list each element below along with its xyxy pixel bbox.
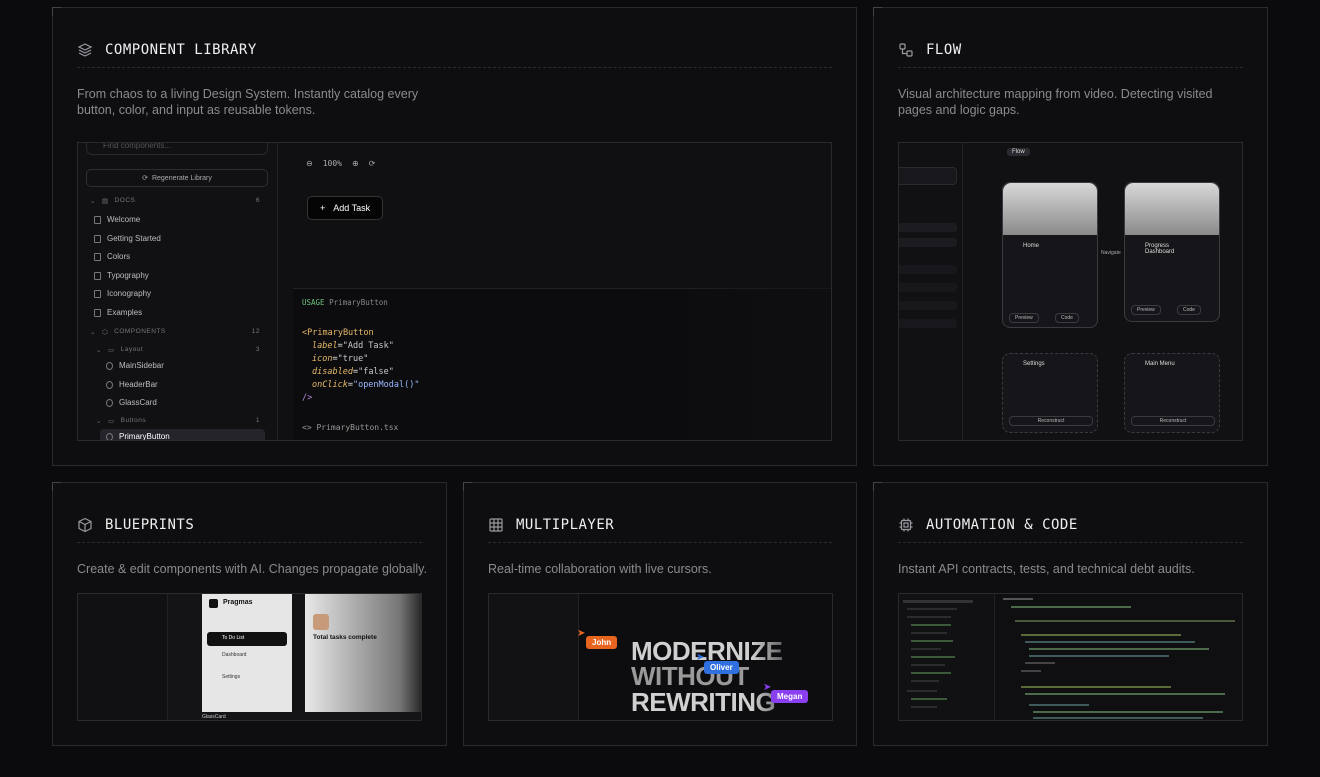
component-icon <box>106 398 113 407</box>
chip-icon <box>898 517 914 533</box>
flow-card: FLOW Visual architecture mapping from vi… <box>873 7 1268 466</box>
card-description: Visual architecture mapping from video. … <box>898 87 1213 117</box>
component-icon <box>106 361 113 370</box>
list-item[interactable]: Examples <box>94 308 142 317</box>
card-description: Create & edit components with AI. Change… <box>77 562 427 576</box>
layout-group[interactable]: ⌄ ▭ Layout 3 <box>96 346 260 354</box>
screenshot-thumbnail <box>1003 183 1097 235</box>
flow-preview: Flow Home Preview Code Navigate Progress… <box>898 142 1243 441</box>
doc-icon <box>94 308 101 317</box>
search-input[interactable]: Find components... <box>86 143 268 155</box>
blueprints-preview: Pragmas To Do List Dashboard Settings To… <box>77 593 422 721</box>
regenerate-button[interactable]: ⟳ Regenerate Library <box>86 169 268 187</box>
cursor-john: John <box>586 636 618 649</box>
card-header: COMPONENT LIBRARY <box>77 32 832 68</box>
card-header: BLUEPRINTS <box>77 507 422 543</box>
list-item[interactable]: HeaderBar <box>106 380 158 389</box>
flow-nodes-icon <box>898 42 914 58</box>
cursor-megan: Megan <box>771 690 809 703</box>
grid-icon <box>488 517 504 533</box>
list-item[interactable]: Colors <box>94 252 130 261</box>
zoom-in-icon[interactable]: ⊕ <box>352 159 359 168</box>
file-tree <box>899 594 995 720</box>
card-title: BLUEPRINTS <box>105 516 195 533</box>
refresh-icon[interactable]: ⟳ <box>369 159 376 168</box>
card-title: MULTIPLAYER <box>516 516 615 533</box>
library-preview: Find components... ⟳ Regenerate Library ⌄… <box>77 142 832 441</box>
layers-icon <box>77 42 93 58</box>
refresh-icon: ⟳ <box>142 175 148 182</box>
flow-tab[interactable]: Flow <box>1007 148 1030 156</box>
automation-card: AUTOMATION & CODE Instant API contracts,… <box>873 482 1268 746</box>
component-icon <box>106 432 113 440</box>
list-item[interactable]: GlassCard <box>106 398 157 407</box>
mp-sidebar <box>489 594 579 720</box>
app-preview-main: Total tasks complete <box>305 594 421 712</box>
components-section[interactable]: ⌄ ⬡ COMPONENTS 12 <box>90 328 260 336</box>
doc-icon <box>94 271 101 280</box>
list-item-active[interactable]: PrimaryButton <box>106 432 170 440</box>
list-item[interactable]: Iconography <box>94 289 151 298</box>
card-description: From chaos to a living Design System. In… <box>77 87 419 117</box>
card-title: FLOW <box>926 41 962 58</box>
multiplayer-preview: MODERNIZE WITHOUT REWRITING ➤ John ➤ Oli… <box>488 593 833 721</box>
component-library-card: COMPONENT LIBRARY From chaos to a living… <box>52 7 857 466</box>
doc-icon <box>94 289 101 298</box>
flow-node-dashboard[interactable]: Progress Dashboard Preview Code <box>1124 182 1220 322</box>
screenshot-thumbnail <box>1125 183 1219 235</box>
automation-preview <box>898 593 1243 721</box>
flow-sidebar <box>899 143 963 440</box>
add-task-button[interactable]: + Add Task <box>307 196 384 220</box>
flow-node-main-menu[interactable]: Main Menu Reconstruct <box>1124 353 1220 433</box>
library-sidebar: Find components... ⟳ Regenerate Library ⌄… <box>78 143 278 440</box>
list-item[interactable]: MainSidebar <box>106 361 164 370</box>
code-editor <box>999 594 1242 720</box>
card-title: AUTOMATION & CODE <box>926 516 1078 533</box>
zoom-out-icon[interactable]: ⊖ <box>306 159 313 168</box>
blueprints-card: BLUEPRINTS Create & edit components with… <box>52 482 447 746</box>
card-header: FLOW <box>898 32 1243 68</box>
code-icon: <> <box>302 423 312 432</box>
features-grid: COMPONENT LIBRARY From chaos to a living… <box>0 0 1320 777</box>
card-description: Instant API contracts, tests, and techni… <box>898 562 1195 576</box>
doc-icon <box>94 215 101 224</box>
zoom-toolbar: ⊖ 100% ⊕ ⟳ <box>306 159 375 168</box>
card-title: COMPONENT LIBRARY <box>105 41 257 58</box>
flow-node-home[interactable]: Home Preview Code <box>1002 182 1098 328</box>
cursor-arrow-icon: ➤ <box>577 628 586 639</box>
card-description: Real-time collaboration with live cursor… <box>488 562 712 576</box>
app-preview-panel: Pragmas To Do List Dashboard Settings <box>202 594 292 712</box>
list-item[interactable]: Welcome <box>94 215 140 224</box>
cube-icon <box>77 517 93 533</box>
plus-icon: + <box>320 203 326 213</box>
card-header: AUTOMATION & CODE <box>898 507 1243 543</box>
component-icon <box>106 380 113 389</box>
zoom-level: 100% <box>322 159 342 168</box>
multiplayer-card: MULTIPLAYER Real-time collaboration with… <box>463 482 857 746</box>
buttons-group[interactable]: ⌄ ▭ Buttons 1 <box>96 417 260 425</box>
card-header: MULTIPLAYER <box>488 507 832 543</box>
bp-sidebar <box>78 594 168 720</box>
cursor-oliver: Oliver <box>704 661 739 674</box>
cursor-arrow-icon: ➤ <box>696 652 705 663</box>
doc-icon <box>94 252 101 261</box>
fade-overlay <box>631 143 831 440</box>
doc-icon <box>94 234 101 243</box>
list-item[interactable]: Typography <box>94 271 149 280</box>
list-item[interactable]: Getting Started <box>94 234 161 243</box>
docs-section[interactable]: ⌄ ▤ DOCS 6 <box>90 197 260 205</box>
flow-node-settings[interactable]: Settings Reconstruct <box>1002 353 1098 433</box>
